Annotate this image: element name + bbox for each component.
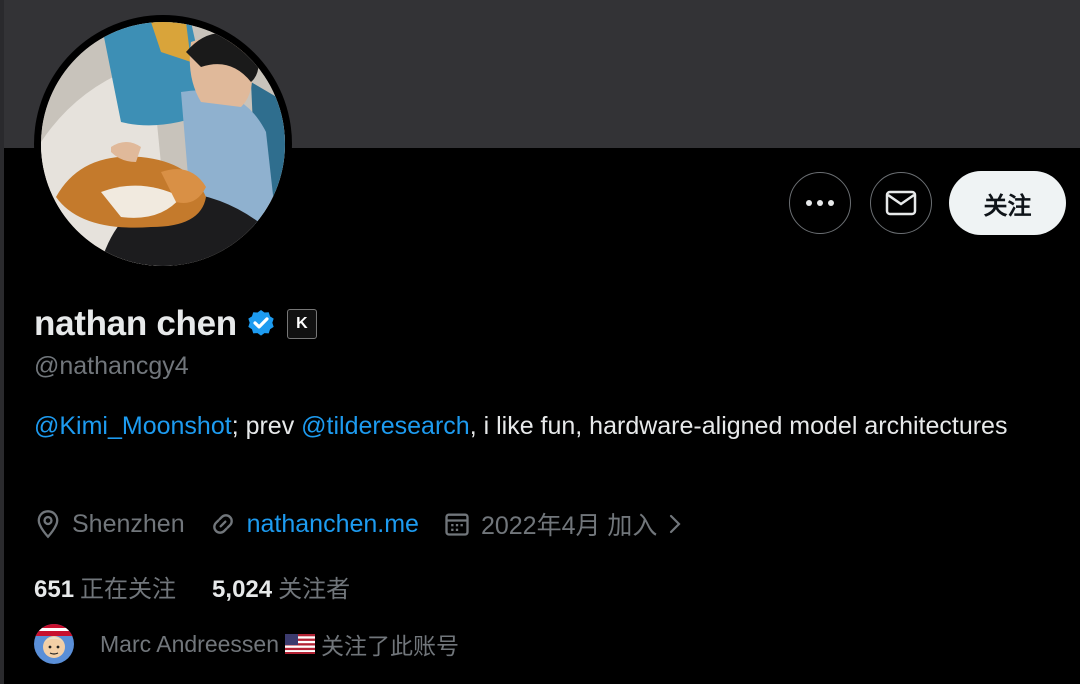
- verified-badge-icon[interactable]: [245, 308, 277, 340]
- following-label: 正在关注: [80, 575, 177, 603]
- profile-bio: @Kimi_Moonshot; prev @tilderesearch, i l…: [34, 408, 1034, 445]
- followers-stat[interactable]: 5,024 关注者: [212, 569, 350, 604]
- profile-name-row: nathan chen K: [34, 300, 317, 348]
- us-flag-icon: [284, 634, 315, 654]
- website-link[interactable]: nathanchen.me: [247, 510, 419, 539]
- followers-label: 关注者: [278, 575, 351, 603]
- affiliate-badge-label: K: [296, 315, 308, 332]
- location: Shenzhen: [34, 509, 185, 539]
- profile-handle: @nathancgy4: [34, 352, 189, 380]
- profile-meta: Shenzhen nathanchen.me 2022年4月 加入: [34, 505, 719, 543]
- avatar-photo: [41, 22, 285, 266]
- bio-text: ; prev: [231, 412, 302, 440]
- join-date-label: 2022年4月 加入: [480, 512, 658, 540]
- follow-stats: 651 正在关注 5,024 关注者: [34, 568, 386, 604]
- envelope-icon: [885, 190, 917, 216]
- avatar[interactable]: [41, 22, 285, 266]
- location-pin-icon: [37, 510, 59, 539]
- followed-by-name: Marc Andreessen: [100, 630, 279, 657]
- followed-by[interactable]: Marc Andreessen 关注了此账号: [34, 622, 459, 666]
- more-icon: [806, 200, 834, 206]
- more-button[interactable]: [789, 172, 851, 234]
- profile-name: nathan chen: [34, 304, 237, 343]
- followed-by-text: 关注了此账号: [320, 633, 459, 659]
- follow-button[interactable]: 关注: [949, 171, 1066, 235]
- bio-mention-kimi[interactable]: @Kimi_Moonshot: [34, 412, 232, 440]
- followers-count: 5,024: [212, 575, 273, 603]
- followed-by-avatar[interactable]: [34, 624, 74, 664]
- avatar-image: [34, 624, 74, 664]
- message-button[interactable]: [870, 172, 932, 234]
- following-count: 651: [34, 575, 75, 603]
- join-date[interactable]: 2022年4月 加入: [443, 506, 695, 542]
- website: nathanchen.me: [209, 510, 419, 539]
- left-edge: [0, 0, 4, 684]
- following-stat[interactable]: 651 正在关注: [34, 569, 176, 604]
- bio-mention-tilde[interactable]: @tilderesearch: [301, 412, 470, 440]
- chevron-right-icon: [670, 514, 681, 534]
- bio-text: , i like fun, hardware-aligned model arc…: [469, 412, 1008, 440]
- link-icon: [212, 514, 233, 534]
- affiliate-badge-icon[interactable]: K: [286, 309, 317, 339]
- location-label: Shenzhen: [72, 509, 185, 538]
- calendar-icon: [445, 513, 469, 536]
